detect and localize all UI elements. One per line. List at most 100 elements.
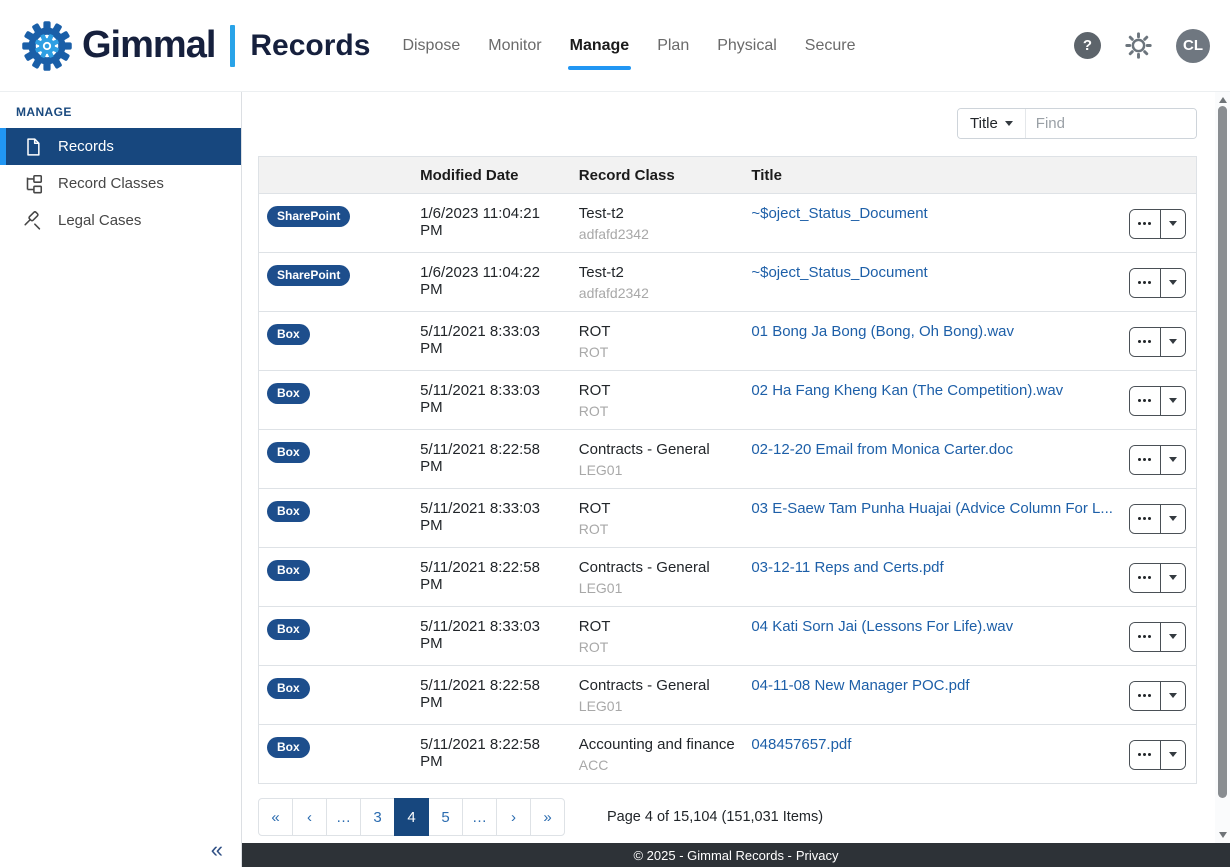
nav-plan[interactable]: Plan [657,37,689,55]
page-button-first[interactable]: « [258,798,293,836]
nav-secure[interactable]: Secure [805,37,856,55]
row-dropdown-button[interactable] [1161,328,1185,356]
page-button-ellipsis-back[interactable]: … [326,798,361,836]
record-class: ROT [579,618,736,635]
source-badge[interactable]: Box [267,324,310,345]
record-title-link[interactable]: 04 Kati Sorn Jai (Lessons For Life).wav [751,618,1013,635]
page-button-page-4[interactable]: 4 [394,798,429,836]
table-row: SharePoint 1/6/2023 11:04:21 PM Test-t2 … [259,194,1197,253]
page-button-previous[interactable]: ‹ [292,798,327,836]
row-dropdown-button[interactable] [1161,387,1185,415]
source-badge[interactable]: Box [267,560,310,581]
record-class-code: ACC [579,757,736,773]
scrollbar-thumb[interactable] [1218,106,1227,798]
col-record-class: Record Class [571,157,744,194]
modified-date: 5/11/2021 8:22:58 PM [412,725,571,784]
record-title-link[interactable]: 03 E-Saew Tam Punha Huajai (Advice Colum… [751,500,1113,517]
row-dropdown-button[interactable] [1161,564,1185,592]
row-more-button[interactable] [1130,741,1161,769]
source-badge[interactable]: Box [267,383,310,404]
record-class-code: LEG01 [579,580,736,596]
row-dropdown-button[interactable] [1161,505,1185,533]
row-more-button[interactable] [1130,328,1161,356]
nav-monitor[interactable]: Monitor [488,37,541,55]
source-badge[interactable]: Box [267,678,310,699]
row-more-button[interactable] [1130,210,1161,238]
sidebar-item-record-classes[interactable]: Record Classes [0,165,241,202]
sidebar-collapse-button[interactable]: « [211,837,223,863]
source-badge[interactable]: Box [267,442,310,463]
privacy-link[interactable]: Privacy [796,848,839,863]
sidebar: MANAGE RecordsRecord ClassesLegal Cases … [0,92,242,867]
record-class: Contracts - General [579,441,736,458]
record-class-code: LEG01 [579,462,736,478]
row-more-button[interactable] [1130,682,1161,710]
row-dropdown-button[interactable] [1161,682,1185,710]
find-input[interactable] [1026,109,1197,138]
sidebar-item-label: Records [58,138,114,155]
page-button-next[interactable]: › [496,798,531,836]
nav-physical[interactable]: Physical [717,37,777,55]
record-title-link[interactable]: ~$oject_Status_Document [751,205,927,222]
col-modified-date: Modified Date [412,157,571,194]
table-row: Box 5/11/2021 8:33:03 PM ROT ROT 04 Kati… [259,607,1197,666]
record-class: ROT [579,382,736,399]
page-button-page-5[interactable]: 5 [428,798,463,836]
scroll-down-icon[interactable] [1219,832,1227,838]
record-class-code: ROT [579,639,736,655]
page-button-ellipsis-forward[interactable]: … [462,798,497,836]
row-more-button[interactable] [1130,564,1161,592]
row-dropdown-button[interactable] [1161,446,1185,474]
source-badge[interactable]: Box [267,737,310,758]
record-title-link[interactable]: 01 Bong Ja Bong (Bong, Oh Bong).wav [751,323,1014,340]
record-title-link[interactable]: ~$oject_Status_Document [751,264,927,281]
sidebar-item-records[interactable]: Records [0,128,241,165]
row-dropdown-button[interactable] [1161,210,1185,238]
row-more-button[interactable] [1130,269,1161,297]
scroll-up-icon[interactable] [1219,97,1227,103]
nav-dispose[interactable]: Dispose [402,37,460,55]
sidebar-section-label: MANAGE [0,92,241,128]
row-dropdown-button[interactable] [1161,269,1185,297]
row-action-group [1129,209,1186,239]
source-badge[interactable]: Box [267,619,310,640]
chevron-down-icon [1169,280,1177,285]
record-title-link[interactable]: 02 Ha Fang Kheng Kan (The Competition).w… [751,382,1063,399]
vertical-scrollbar[interactable] [1215,92,1230,843]
chevron-down-icon [1169,693,1177,698]
help-icon[interactable]: ? [1074,32,1101,59]
row-more-button[interactable] [1130,505,1161,533]
record-class-code: ROT [579,344,736,360]
row-more-button[interactable] [1130,446,1161,474]
row-dropdown-button[interactable] [1161,741,1185,769]
row-action-group [1129,504,1186,534]
row-more-button[interactable] [1130,623,1161,651]
record-title-link[interactable]: 03-12-11 Reps and Certs.pdf [751,559,943,576]
record-class: Test-t2 [579,264,736,281]
chevron-down-icon [1169,398,1177,403]
user-avatar[interactable]: CL [1176,29,1210,63]
page-button-page-3[interactable]: 3 [360,798,395,836]
table-row: Box 5/11/2021 8:33:03 PM ROT ROT 01 Bong… [259,312,1197,371]
source-badge[interactable]: Box [267,501,310,522]
source-badge[interactable]: SharePoint [267,265,350,286]
table-row: Box 5/11/2021 8:22:58 PM Contracts - Gen… [259,548,1197,607]
filter-field-dropdown[interactable]: Title [958,109,1026,138]
record-title-link[interactable]: 02-12-20 Email from Monica Carter.doc [751,441,1013,458]
record-title-link[interactable]: 04-11-08 New Manager POC.pdf [751,677,969,694]
row-action-group [1129,681,1186,711]
main-content: Title Modified Date Record Class Title [242,92,1230,867]
record-class: ROT [579,323,736,340]
pagination-summary: Page 4 of 15,104 (151,031 Items) [607,809,823,825]
record-title-link[interactable]: 048457657.pdf [751,736,851,753]
source-badge[interactable]: SharePoint [267,206,350,227]
sidebar-item-legal-cases[interactable]: Legal Cases [0,202,241,239]
modified-date: 5/11/2021 8:33:03 PM [412,371,571,430]
row-dropdown-button[interactable] [1161,623,1185,651]
table-row: Box 5/11/2021 8:22:58 PM Contracts - Gen… [259,430,1197,489]
row-more-button[interactable] [1130,387,1161,415]
settings-gear-icon[interactable] [1125,32,1152,59]
nav-manage[interactable]: Manage [570,37,630,55]
page-button-last[interactable]: » [530,798,565,836]
record-class-code: adfafd2342 [579,226,736,242]
